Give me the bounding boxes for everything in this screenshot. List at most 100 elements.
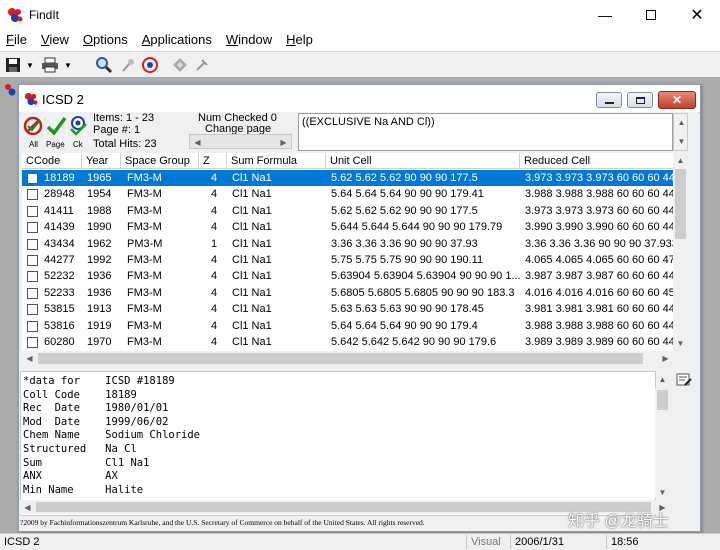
table-row[interactable]: 44277 1992 FM3-M 4 Cl1 Na1 5.75 5.75 5.75 90 … bbox=[22, 252, 673, 268]
scroll-thumb[interactable] bbox=[675, 169, 686, 239]
row-checkbox[interactable] bbox=[27, 337, 38, 348]
table-cell: 1962 bbox=[87, 237, 112, 250]
scroll-up-icon[interactable]: ▲ bbox=[673, 153, 688, 168]
print-dropdown-button[interactable]: ▼ bbox=[62, 55, 74, 75]
column-header[interactable]: Z bbox=[199, 153, 227, 169]
uncheck-all-icon[interactable] bbox=[23, 115, 45, 137]
scroll-down-icon[interactable]: ▼ bbox=[673, 336, 688, 351]
table-cell: 52232 bbox=[44, 270, 75, 283]
scroll-right-icon[interactable]: ▶ bbox=[276, 135, 291, 150]
scroll-left-icon[interactable]: ◀ bbox=[20, 500, 35, 515]
scroll-up-icon[interactable]: ▲ bbox=[674, 115, 689, 130]
scroll-thumb[interactable] bbox=[657, 390, 668, 410]
toolbar: ▼ ▼ bbox=[0, 51, 720, 77]
scroll-up-icon[interactable]: ▲ bbox=[655, 372, 670, 387]
detail-line: Chem Name Sodium Chloride bbox=[23, 429, 201, 442]
menu-applications[interactable]: Applications bbox=[142, 30, 212, 50]
row-checkbox[interactable] bbox=[27, 205, 38, 217]
row-checkbox[interactable] bbox=[27, 271, 38, 283]
table-row[interactable]: 41411 1988 FM3-M 4 Cl1 Na1 5.62 5.62 5.62 90 … bbox=[22, 203, 673, 219]
detail-line: Mod Date 1999/06/02 bbox=[23, 415, 169, 428]
edit-notes-icon[interactable] bbox=[676, 373, 692, 387]
findit-logo-icon bbox=[8, 8, 23, 22]
menu-help[interactable]: Help bbox=[286, 30, 313, 50]
scroll-thumb[interactable] bbox=[36, 502, 651, 512]
menu-window[interactable]: Window bbox=[226, 30, 272, 50]
table-cell: 1919 bbox=[87, 319, 112, 332]
table-cell: 5.63 5.63 5.63 90 90 90 178.45 bbox=[331, 303, 484, 316]
row-checkbox[interactable] bbox=[27, 238, 38, 250]
column-header[interactable]: Unit Cell bbox=[326, 153, 520, 169]
menu-view[interactable]: View bbox=[41, 30, 69, 50]
tool-button[interactable] bbox=[192, 55, 212, 75]
query-scrollbar[interactable]: ▲ ▼ bbox=[673, 113, 688, 151]
table-row[interactable]: 43434 1962 PM3-M 1 Cl1 Na1 3.36 3.36 3.36 90 … bbox=[22, 236, 673, 252]
table-horizontal-scrollbar[interactable]: ◀ ▶ bbox=[22, 351, 673, 366]
child-close-button[interactable]: ✕ bbox=[658, 91, 696, 109]
icsd-logo-icon bbox=[24, 92, 38, 106]
structure-button[interactable] bbox=[140, 55, 160, 75]
maximize-button[interactable] bbox=[628, 0, 674, 30]
row-checkbox[interactable] bbox=[27, 304, 38, 316]
table-cell: 53816 bbox=[44, 319, 75, 332]
column-header[interactable]: Space Group bbox=[121, 153, 199, 169]
scroll-down-icon[interactable]: ▼ bbox=[655, 485, 670, 500]
table-row[interactable]: 41439 1990 FM3-M 4 Cl1 Na1 5.644 5.644 5.644 … bbox=[22, 219, 673, 235]
view-checked-icon[interactable] bbox=[67, 115, 89, 137]
table-cell: 3.973 3.973 3.973 60 60 60 44.3 bbox=[525, 204, 673, 217]
row-checkbox[interactable] bbox=[27, 173, 38, 184]
table-header: CCode Year Space Group Z Sum Formula Uni… bbox=[22, 153, 673, 169]
scroll-thumb[interactable] bbox=[38, 353, 643, 364]
table-cell: FM3-M bbox=[127, 188, 162, 201]
save-button[interactable] bbox=[4, 55, 22, 75]
column-header[interactable]: CCode bbox=[22, 153, 82, 169]
table-cell: 18189 bbox=[44, 172, 75, 184]
row-checkbox[interactable] bbox=[27, 222, 38, 234]
query-text-field[interactable]: ((EXCLUSIVE Na AND Cl)) bbox=[298, 113, 673, 151]
table-cell: 1 bbox=[211, 237, 218, 250]
save-dropdown-button[interactable]: ▼ bbox=[24, 55, 36, 75]
scroll-down-icon[interactable]: ▼ bbox=[674, 134, 689, 149]
table-row[interactable]: 53815 1913 FM3-M 4 Cl1 Na1 5.63 5.63 5.63 90 … bbox=[22, 301, 673, 317]
search-button[interactable] bbox=[94, 55, 114, 75]
close-button[interactable]: ✕ bbox=[674, 0, 720, 30]
scroll-left-icon[interactable]: ◀ bbox=[22, 351, 37, 366]
table-cell: 4.016 4.016 4.016 60 60 60 45.8 bbox=[525, 286, 673, 299]
table-vertical-scrollbar[interactable]: ▲ ▼ bbox=[673, 153, 688, 351]
ck-label: Ck bbox=[73, 140, 83, 149]
row-checkbox[interactable] bbox=[27, 189, 38, 201]
table-row[interactable]: 53816 1919 FM3-M 4 Cl1 Na1 5.64 5.64 5.64 90 … bbox=[22, 318, 673, 334]
scroll-right-icon[interactable]: ▶ bbox=[658, 351, 673, 366]
column-header[interactable]: Reduced Cell bbox=[520, 153, 673, 169]
pin-button[interactable] bbox=[118, 55, 138, 75]
table-cell: 1965 bbox=[87, 172, 112, 184]
table-cell: 4 bbox=[211, 204, 218, 217]
scroll-left-icon[interactable]: ◀ bbox=[190, 135, 205, 150]
minimize-button[interactable]: — bbox=[582, 0, 628, 30]
child-restore-button[interactable] bbox=[627, 92, 653, 108]
row-checkbox[interactable] bbox=[27, 320, 38, 332]
dropdown-arrow-icon: ▼ bbox=[64, 60, 72, 70]
child-minimize-button[interactable] bbox=[596, 92, 622, 108]
watermark: 知乎 @龙骑士 bbox=[568, 513, 669, 530]
table-row[interactable]: 52232 1936 FM3-M 4 Cl1 Na1 5.63904 5.63904 5.… bbox=[22, 268, 673, 284]
check-page-icon[interactable] bbox=[45, 115, 67, 137]
menu-options[interactable]: Options bbox=[83, 30, 128, 50]
table-row[interactable]: 18189 1965 FM3-M 4 Cl1 Na1 5.62 5.62 5.62 90 … bbox=[22, 170, 673, 186]
table-row[interactable]: 52233 1936 FM3-M 4 Cl1 Na1 5.6805 5.6805 5.68… bbox=[22, 285, 673, 301]
row-checkbox[interactable] bbox=[27, 287, 38, 299]
close-icon: ✕ bbox=[690, 7, 704, 24]
table-cell: Cl1 Na1 bbox=[232, 204, 272, 217]
row-checkbox[interactable] bbox=[27, 255, 38, 266]
column-header[interactable]: Year bbox=[82, 153, 121, 169]
table-cell: 4 bbox=[211, 286, 218, 299]
details-vertical-scrollbar[interactable]: ▲ ▼ bbox=[655, 375, 670, 500]
menu-file[interactable]: File bbox=[6, 30, 27, 50]
table-cell: 5.644 5.644 5.644 90 90 90 179.79 bbox=[331, 221, 503, 234]
change-page-scrollbar[interactable]: ◀ ▶ bbox=[189, 134, 292, 149]
print-button[interactable] bbox=[40, 55, 60, 75]
table-row[interactable]: 60280 1970 FM3-M 4 Cl1 Na1 5.642 5.642 5.642 … bbox=[22, 334, 673, 350]
diamond-button[interactable] bbox=[170, 55, 190, 75]
table-row[interactable]: 28948 1954 FM3-M 4 Cl1 Na1 5.64 5.64 5.64 90 … bbox=[22, 186, 673, 202]
column-header[interactable]: Sum Formula bbox=[227, 153, 326, 169]
